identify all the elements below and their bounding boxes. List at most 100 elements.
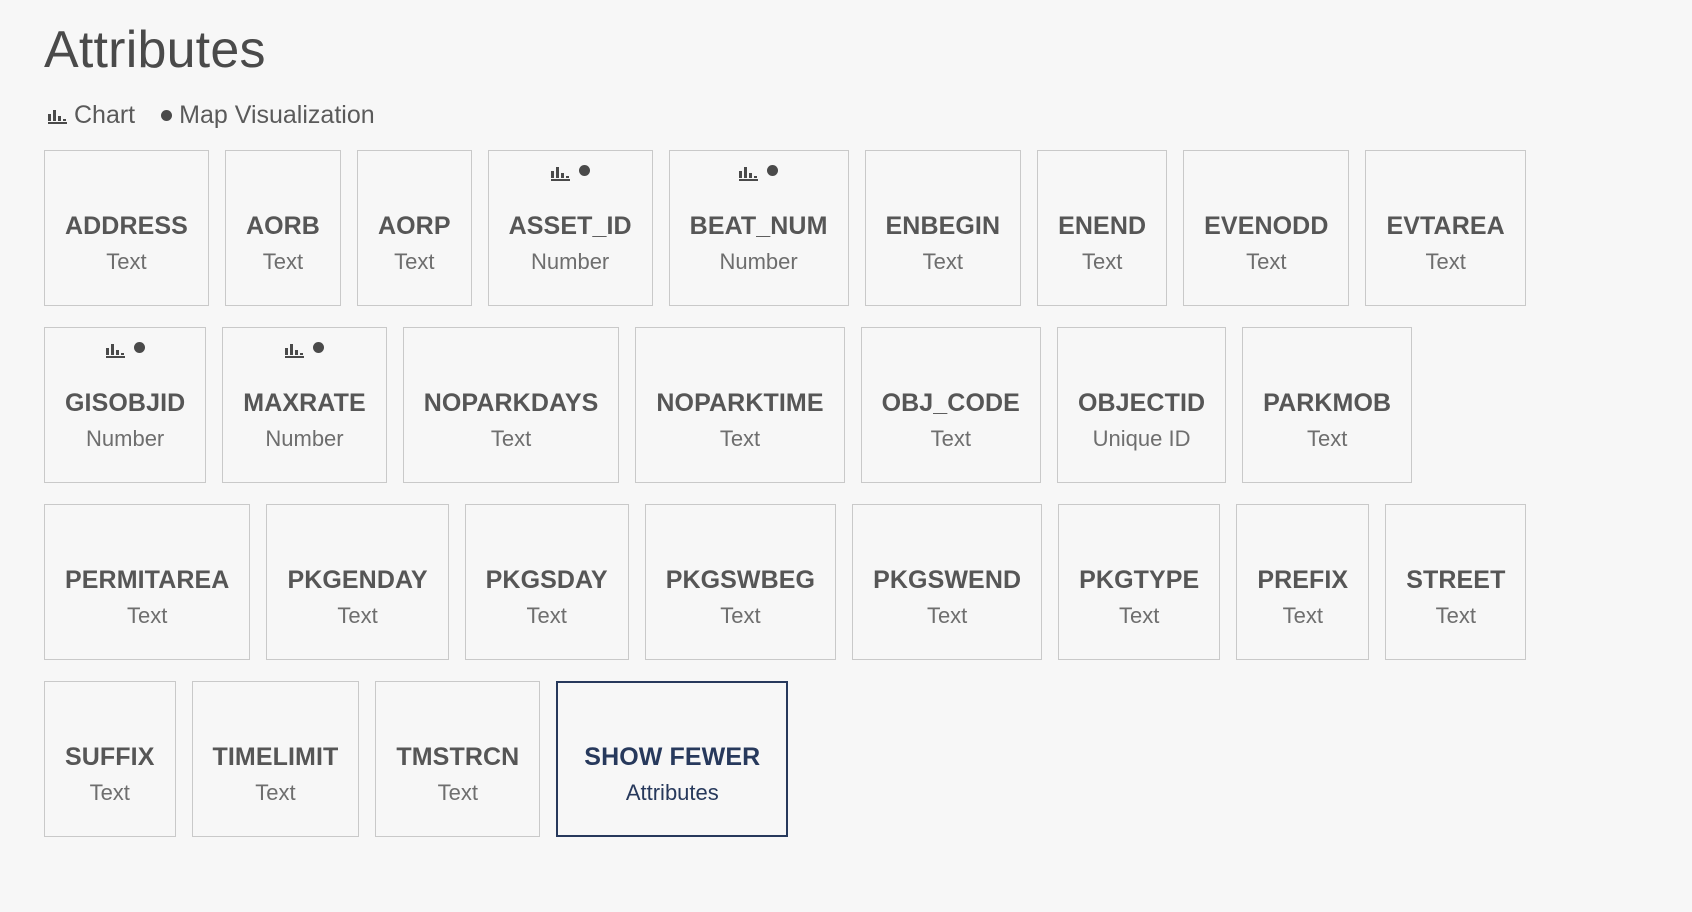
attribute-card-body: EVTAREA Text xyxy=(1386,199,1504,287)
attribute-type: Text xyxy=(931,427,971,451)
attribute-card-body: OBJECTIDUnique ID xyxy=(1078,376,1205,464)
attribute-card[interactable]: PREFIXText xyxy=(1236,504,1369,660)
attribute-type: Text xyxy=(106,250,146,274)
attribute-card[interactable]: PKGSWBEGText xyxy=(645,504,836,660)
attribute-name: MAXRATE xyxy=(243,389,365,418)
attribute-card-body: PKGENDAYText xyxy=(287,553,427,641)
attribute-card[interactable]: TIMELIMITText xyxy=(192,681,360,837)
legend-item-chart: Chart xyxy=(48,103,135,128)
attribute-name: AORP xyxy=(378,212,451,241)
attribute-name: STREET xyxy=(1406,566,1505,595)
attribute-card[interactable]: PKGENDAYText xyxy=(266,504,448,660)
attribute-type: Text xyxy=(90,781,130,805)
attribute-card[interactable]: PKGSWEND Text xyxy=(852,504,1042,660)
attribute-type: Text xyxy=(1436,604,1476,628)
attribute-card-body: TIMELIMITText xyxy=(213,730,339,818)
attribute-card-body: EVENODDText xyxy=(1204,199,1328,287)
attribute-card[interactable]: ENENDText xyxy=(1037,150,1167,306)
attribute-card-icons xyxy=(551,165,590,185)
attribute-card-body: PKGSWBEGText xyxy=(666,553,815,641)
attribute-name: PKGSDAY xyxy=(486,566,608,595)
attribute-card[interactable]: MAXRATENumber xyxy=(222,327,386,483)
attribute-name: OBJECTID xyxy=(1078,389,1205,418)
attribute-card-icons xyxy=(739,165,778,185)
attribute-card[interactable]: AORB Text xyxy=(225,150,341,306)
attribute-card-body: ASSET_ID Number xyxy=(509,199,632,287)
attribute-type: Text xyxy=(1119,604,1159,628)
attribute-card[interactable]: PERMITAREA Text xyxy=(44,504,250,660)
attribute-card[interactable]: PKGTYPEText xyxy=(1058,504,1220,660)
legend-item-map-visualization: Map Visualization xyxy=(161,103,374,128)
attribute-type: Text xyxy=(1307,427,1347,451)
attribute-name: TIMELIMIT xyxy=(213,743,339,772)
attribute-card-icons xyxy=(285,342,324,362)
attribute-name: ENBEGIN xyxy=(886,212,1001,241)
attribute-name: ADDRESS xyxy=(65,212,188,241)
attribute-card-body: NOPARKDAYS Text xyxy=(424,376,599,464)
attribute-name: BEAT_NUM xyxy=(690,212,828,241)
attribute-card-body: ENENDText xyxy=(1058,199,1146,287)
attribute-name: PERMITAREA xyxy=(65,566,229,595)
attribute-card[interactable]: ADDRESS Text xyxy=(44,150,209,306)
attribute-name: EVTAREA xyxy=(1386,212,1504,241)
attribute-card[interactable]: ASSET_ID Number xyxy=(488,150,653,306)
attribute-type: Number xyxy=(719,250,797,274)
attribute-name: ASSET_ID xyxy=(509,212,632,241)
attribute-name: ENEND xyxy=(1058,212,1146,241)
attribute-name: PKGSWEND xyxy=(873,566,1021,595)
attribute-type: Text xyxy=(923,250,963,274)
attribute-type: Number xyxy=(531,250,609,274)
attribute-type: Text xyxy=(1425,250,1465,274)
attribute-card[interactable]: OBJECTIDUnique ID xyxy=(1057,327,1226,483)
attribute-type: Text xyxy=(127,604,167,628)
attribute-card[interactable]: ENBEGIN Text xyxy=(865,150,1022,306)
attribute-card[interactable]: TMSTRCNText xyxy=(375,681,540,837)
attribute-type: Text xyxy=(927,604,967,628)
attribute-type: Text xyxy=(263,250,303,274)
attribute-card-body: SHOW FEWERAttributes xyxy=(584,731,760,817)
attribute-card[interactable]: SUFFIX Text xyxy=(44,681,176,837)
attribute-name: NOPARKDAYS xyxy=(424,389,599,418)
attribute-card[interactable]: BEAT_NUM Number xyxy=(669,150,849,306)
attribute-name: GISOBJID xyxy=(65,389,185,418)
bar-chart-icon xyxy=(106,342,125,358)
dot-icon xyxy=(579,165,590,176)
attribute-card[interactable]: PKGSDAY Text xyxy=(465,504,629,660)
show-fewer-button[interactable]: SHOW FEWERAttributes xyxy=(556,681,788,837)
attributes-page: Attributes Chart Map Visualization ADDRE… xyxy=(0,0,1692,912)
attribute-card-grid: ADDRESS Text AORB Text AORP Text ASSET_ID Numbe… xyxy=(44,150,1652,837)
attribute-card[interactable]: STREET Text xyxy=(1385,504,1526,660)
attribute-card-body: ENBEGIN Text xyxy=(886,199,1001,287)
attribute-card-body: PREFIXText xyxy=(1257,553,1348,641)
attribute-card[interactable]: PARKMOBText xyxy=(1242,327,1412,483)
attribute-card-body: BEAT_NUM Number xyxy=(690,199,828,287)
attribute-type: Text xyxy=(526,604,566,628)
dot-icon xyxy=(767,165,778,176)
attribute-type: Text xyxy=(438,781,478,805)
attribute-card-body: MAXRATENumber xyxy=(243,376,365,464)
page-title: Attributes xyxy=(44,14,1652,79)
attribute-card-body: AORB Text xyxy=(246,199,320,287)
attribute-row: GISOBJIDNumber MAXRATENumber NOPARKDAYS Tex… xyxy=(44,327,1652,483)
attribute-card-icons xyxy=(106,342,145,362)
bar-chart-icon xyxy=(285,342,304,358)
attribute-type: Text xyxy=(394,250,434,274)
attribute-card[interactable]: OBJ_CODEText xyxy=(861,327,1041,483)
bar-chart-icon xyxy=(551,165,570,181)
attribute-name: SUFFIX xyxy=(65,743,155,772)
attribute-name: EVENODD xyxy=(1204,212,1328,241)
attribute-type: Text xyxy=(491,427,531,451)
attribute-card[interactable]: NOPARKTIMEText xyxy=(635,327,844,483)
attribute-card[interactable]: AORP Text xyxy=(357,150,472,306)
legend-label-chart: Chart xyxy=(74,103,135,128)
show-fewer-label: SHOW FEWER xyxy=(584,743,760,772)
attribute-name: AORB xyxy=(246,212,320,241)
attribute-card[interactable]: NOPARKDAYS Text xyxy=(403,327,620,483)
attribute-type: Text xyxy=(720,427,760,451)
attribute-card[interactable]: EVENODDText xyxy=(1183,150,1349,306)
attribute-name: PKGSWBEG xyxy=(666,566,815,595)
attribute-card[interactable]: GISOBJIDNumber xyxy=(44,327,206,483)
attribute-type: Text xyxy=(337,604,377,628)
attribute-card[interactable]: EVTAREA Text xyxy=(1365,150,1525,306)
bar-chart-icon xyxy=(48,108,67,124)
